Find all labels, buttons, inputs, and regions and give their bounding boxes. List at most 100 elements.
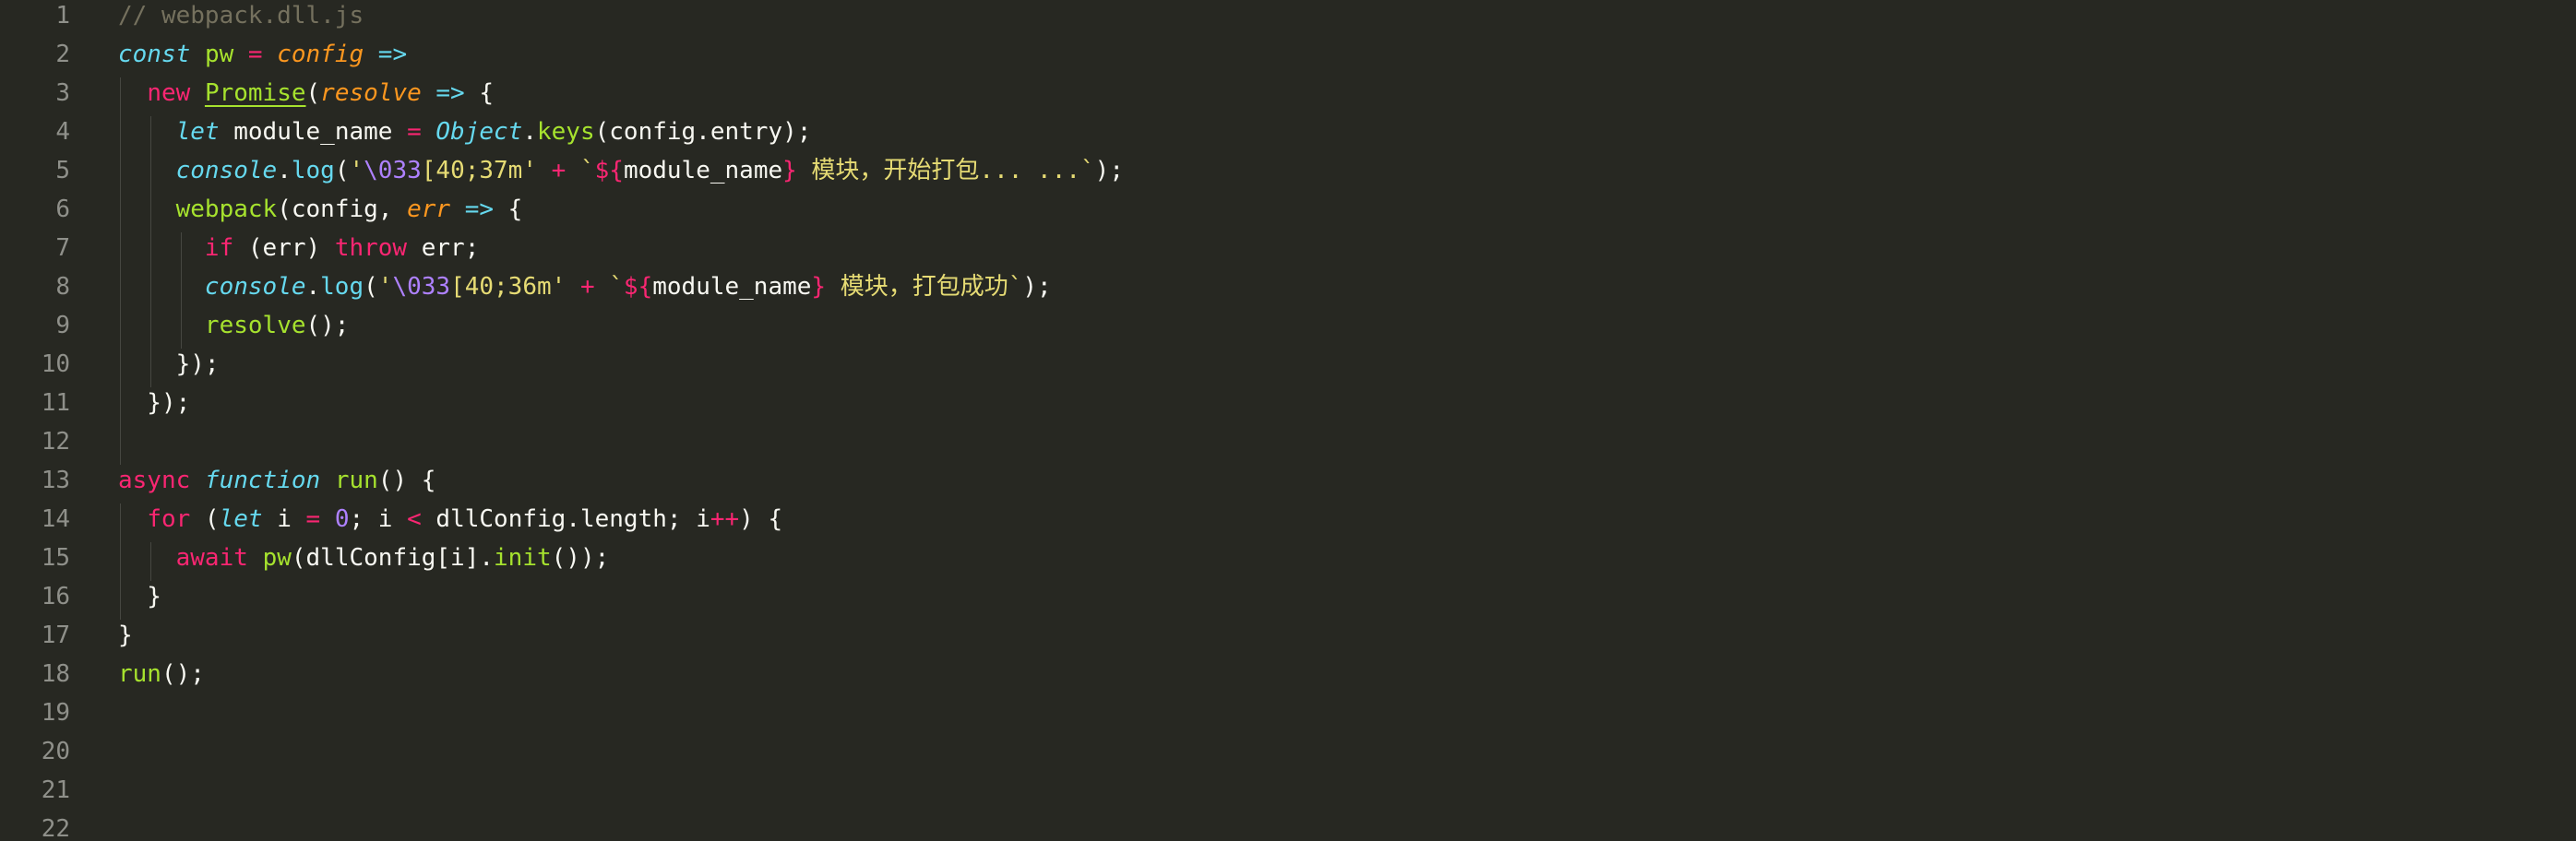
- code-line[interactable]: webpack(config, err => {: [118, 190, 523, 229]
- line-number: 14: [41, 505, 70, 533]
- code-token: \033: [392, 273, 451, 301]
- code-line[interactable]: await pw(dllConfig[i].init());: [118, 539, 610, 577]
- code-line[interactable]: resolve();: [118, 306, 350, 345]
- code-token: Object: [435, 118, 523, 146]
- code-token: ${: [623, 273, 653, 301]
- code-area[interactable]: // webpack.dll.js const pw = config => ne…: [118, 0, 2563, 841]
- code-token: ': [349, 157, 364, 184]
- code-token: (: [190, 505, 220, 533]
- code-token: run: [334, 467, 378, 494]
- code-token: );: [1094, 157, 1124, 184]
- code-token: console: [175, 157, 278, 184]
- code-token: err: [407, 195, 451, 223]
- code-token: dllConfig.length; i: [421, 505, 710, 533]
- line-number: 21: [41, 776, 70, 804]
- line-number: 7: [55, 234, 70, 262]
- code-token: (: [334, 157, 350, 184]
- code-token: 模块，开始打包... ...`: [796, 157, 1095, 184]
- line-number: 11: [41, 389, 70, 417]
- code-token: );: [1022, 273, 1052, 301]
- code-line[interactable]: new Promise(resolve => {: [118, 74, 494, 113]
- code-token: // webpack.dll.js: [118, 2, 364, 30]
- code-token: err;: [407, 234, 480, 262]
- line-number: 6: [55, 195, 70, 223]
- code-token: pw: [262, 544, 292, 572]
- code-token: config: [277, 41, 364, 68]
- code-token: `: [579, 157, 595, 184]
- code-token: module_name: [219, 118, 408, 146]
- code-token: pw: [204, 41, 234, 68]
- code-line[interactable]: const pw = config =>: [118, 35, 407, 74]
- code-token: [40;36m': [450, 273, 566, 301]
- code-token: throw: [334, 234, 408, 262]
- code-token: resolve: [204, 312, 306, 339]
- code-token: ();: [161, 660, 205, 688]
- code-token: });: [118, 350, 220, 378]
- code-token: =: [407, 118, 422, 146]
- code-token: await: [175, 544, 248, 572]
- code-line[interactable]: for (let i = 0; i < dllConfig.length; i+…: [118, 500, 782, 539]
- code-token: for: [147, 505, 191, 533]
- code-editor[interactable]: 1 2 3 4 5 6 7 8 9 10 11 12 13 14 15 16 17 18 19 20 21 22 // w…: [0, 0, 2576, 841]
- code-token: resolve: [320, 79, 422, 107]
- code-token: ': [377, 273, 393, 301]
- code-line[interactable]: }: [118, 616, 133, 655]
- code-token: }: [118, 622, 133, 649]
- code-line[interactable]: });: [118, 384, 190, 422]
- code-line[interactable]: // webpack.dll.js: [118, 0, 364, 35]
- code-token: console: [204, 273, 306, 301]
- code-token: .: [305, 273, 321, 301]
- code-token: let: [219, 505, 263, 533]
- code-token: .: [277, 157, 292, 184]
- line-number: 8: [55, 273, 70, 301]
- code-token: (dllConfig[i].: [291, 544, 495, 572]
- code-token: +: [579, 273, 595, 301]
- code-token: let: [175, 118, 220, 146]
- code-token: (: [364, 273, 378, 301]
- code-token: (err): [233, 234, 335, 262]
- line-number: 5: [55, 157, 70, 184]
- code-token: init: [494, 544, 552, 572]
- code-token: 0: [334, 505, 350, 533]
- code-line[interactable]: console.log('\033[40;37m' + `${module_na…: [118, 151, 1124, 190]
- code-token: `: [609, 273, 624, 301]
- code-line[interactable]: let module_name = Object.keys(config.ent…: [118, 113, 812, 151]
- code-line[interactable]: if (err) throw err;: [118, 229, 479, 267]
- line-number: 18: [41, 660, 70, 688]
- code-line[interactable]: }: [118, 577, 161, 616]
- code-token: }: [118, 583, 161, 610]
- code-line[interactable]: run();: [118, 655, 205, 693]
- code-token: function: [204, 467, 321, 494]
- line-number: 12: [41, 428, 70, 456]
- code-line[interactable]: });: [118, 345, 220, 384]
- code-token: run: [118, 660, 161, 688]
- line-number: 2: [55, 41, 70, 68]
- code-token: ++: [710, 505, 740, 533]
- line-number: 3: [55, 79, 70, 107]
- line-number: 15: [41, 544, 70, 572]
- code-token: .: [522, 118, 537, 146]
- code-token: new: [147, 79, 191, 107]
- code-token: });: [118, 389, 191, 417]
- code-token: Promise: [204, 79, 306, 107]
- code-line[interactable]: async function run() {: [118, 461, 435, 500]
- line-number: 1: [55, 2, 70, 30]
- line-number: 9: [55, 312, 70, 339]
- code-token: =>: [464, 195, 495, 223]
- line-number: 19: [41, 699, 70, 727]
- code-line[interactable]: console.log('\033[40;36m' + `${module_na…: [118, 267, 1052, 306]
- code-token: webpack: [175, 195, 278, 223]
